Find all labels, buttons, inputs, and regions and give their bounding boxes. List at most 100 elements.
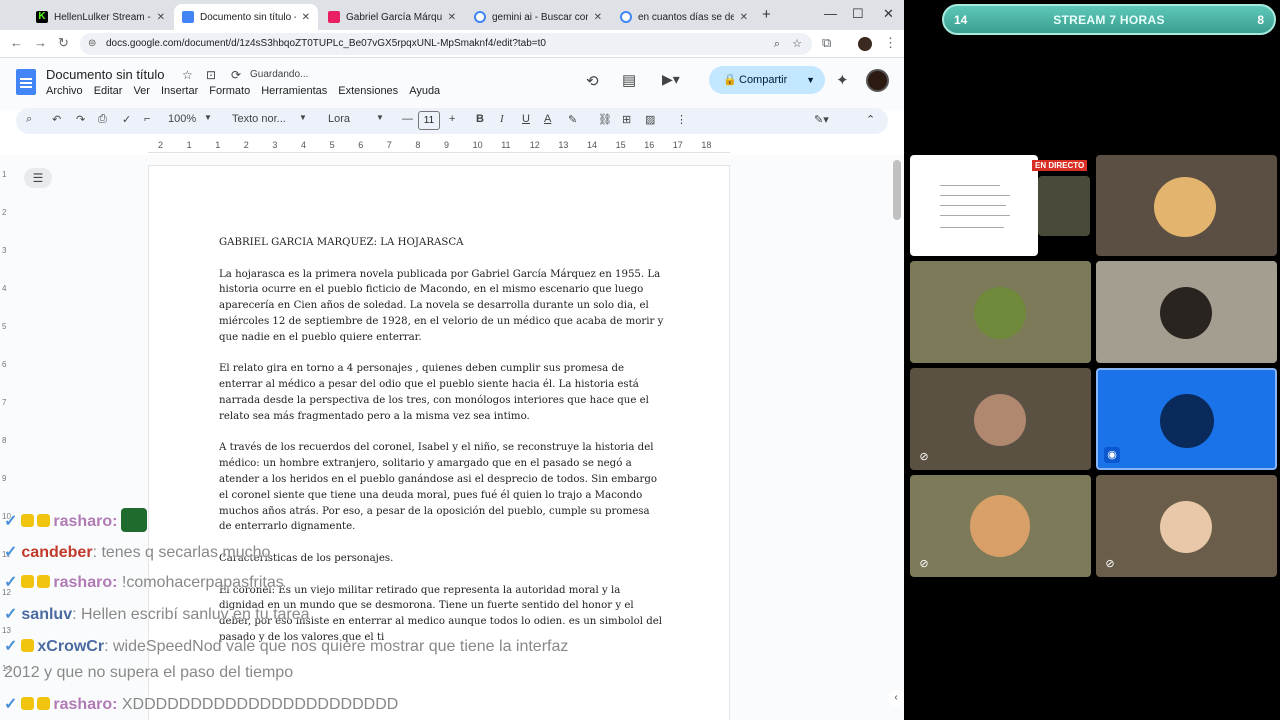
ruler-tick-label: 2	[158, 140, 164, 150]
redo-icon[interactable]: ↷	[76, 113, 85, 126]
participant-tile[interactable]	[1096, 261, 1277, 363]
menu-archivo[interactable]: Archivo	[46, 85, 83, 97]
bookmark-star-icon[interactable]: ☆	[792, 33, 802, 55]
tab-dias[interactable]: en cuantos días se desarroll✕	[612, 4, 756, 30]
close-icon[interactable]: ✕	[740, 12, 748, 23]
ruler-tick-label: 7	[2, 398, 7, 407]
insert-image-icon[interactable]: ▨	[645, 113, 655, 126]
ruler-tick-label: 3	[2, 246, 7, 255]
close-window-button[interactable]: ✕	[883, 6, 894, 22]
ruler-tick-label: 6	[358, 140, 364, 150]
close-icon[interactable]: ✕	[594, 12, 602, 23]
decrease-size-icon[interactable]: —	[402, 113, 413, 125]
ruler-tick-label: 9	[444, 140, 450, 150]
undo-icon[interactable]: ↶	[52, 113, 61, 126]
move-folder-icon[interactable]: ⊡	[206, 68, 216, 82]
menu-icon[interactable]: ⋮	[884, 35, 897, 51]
close-icon[interactable]: ✕	[448, 12, 456, 23]
editing-mode-icon[interactable]: ✎▾	[814, 113, 829, 126]
address-bar-row: ← → ↻ ⊜ docs.google.com/document/d/1z4sS…	[0, 30, 904, 58]
muted-mic-icon: ⊘	[919, 451, 929, 463]
document-title[interactable]: Documento sin título	[46, 67, 165, 82]
meet-icon[interactable]: ▶▾	[662, 71, 680, 88]
gemini-icon[interactable]: ✦	[836, 71, 849, 89]
chevron-down-icon: ▼	[376, 113, 384, 122]
ruler-tick-label: 17	[672, 140, 683, 150]
menu-herramientas[interactable]: Herramientas	[261, 85, 327, 97]
audio-icon: ◉	[1104, 447, 1120, 463]
more-icon[interactable]: ⋮	[676, 113, 687, 126]
tab-gabriel[interactable]: Gabriel García Márquez: La✕	[320, 4, 464, 30]
text-color-icon[interactable]: A	[544, 113, 551, 125]
close-icon[interactable]: ✕	[157, 12, 165, 23]
font-select[interactable]: Lora	[328, 113, 350, 125]
tab-kick[interactable]: KHellenLulker Stream - Watc✕	[28, 4, 173, 30]
google-icon	[620, 11, 632, 23]
spellcheck-icon[interactable]: ✓	[122, 113, 131, 126]
document-page[interactable]: GABRIEL GARCIA MARQUEZ: LA HOJARASCA La …	[148, 165, 730, 720]
muted-mic-icon: ⊘	[1105, 558, 1115, 570]
highlight-icon[interactable]: ✎	[568, 113, 577, 126]
collapse-icon[interactable]: ⌃	[866, 113, 875, 126]
menu-formato[interactable]: Formato	[209, 85, 250, 97]
ruler-tick-label: 2	[243, 140, 249, 150]
chevron-down-icon[interactable]: ▼	[806, 66, 815, 94]
minimize-button[interactable]: —	[824, 6, 837, 21]
add-comment-icon[interactable]: ⊞	[622, 113, 631, 126]
forward-icon[interactable]: →	[34, 35, 47, 50]
avatar[interactable]	[866, 69, 889, 92]
document-body[interactable]: GABRIEL GARCIA MARQUEZ: LA HOJARASCA La …	[219, 235, 664, 662]
link-icon[interactable]: ⛓	[598, 113, 612, 126]
expand-side-panel-icon[interactable]: ‹	[888, 690, 904, 706]
docs-logo-icon[interactable]	[16, 69, 36, 95]
increase-size-icon[interactable]: +	[449, 113, 455, 125]
menu-editar[interactable]: Editar	[94, 85, 123, 97]
kick-icon: K	[36, 11, 48, 23]
extensions-icon[interactable]: ⧉	[822, 35, 831, 51]
close-icon[interactable]: ✕	[302, 12, 310, 23]
sync-icon: ⟳	[231, 68, 242, 82]
thumb-text	[940, 227, 1004, 228]
site-info-icon[interactable]: ⊜	[88, 33, 96, 55]
participant-tile[interactable]: ⊘	[910, 368, 1091, 470]
menu-insertar[interactable]: Insertar	[161, 85, 198, 97]
paint-format-icon[interactable]: ⌐	[144, 113, 150, 125]
italic-icon[interactable]: I	[500, 113, 504, 125]
new-tab-button[interactable]: +	[762, 6, 771, 23]
print-icon[interactable]: ⎙	[98, 113, 107, 126]
menu-ayuda[interactable]: Ayuda	[409, 85, 440, 97]
reload-icon[interactable]: ↻	[58, 35, 69, 51]
participant-tile[interactable]: ⊘	[910, 475, 1091, 577]
profile-avatar[interactable]	[858, 37, 872, 51]
url-input[interactable]: ⊜ docs.google.com/document/d/1z4sS3hbqoZ…	[80, 33, 812, 55]
outline-icon[interactable]: ☰	[24, 168, 52, 188]
tab-docs[interactable]: Documento sin título - Doc✕	[174, 4, 318, 30]
menu-ver[interactable]: Ver	[133, 85, 150, 97]
bold-icon[interactable]: B	[476, 113, 484, 125]
ruler-tick-label: 5	[2, 322, 7, 331]
scrollbar[interactable]	[893, 160, 901, 220]
zoom-icon[interactable]: ⌕	[774, 33, 780, 55]
font-size-input[interactable]: 11	[418, 111, 440, 130]
participant-tile[interactable]: ⊘	[1096, 475, 1277, 577]
share-button[interactable]: 🔒 Compartir ▼	[709, 66, 825, 94]
screen-share-thumbnails	[1038, 176, 1090, 236]
zoom-select[interactable]: 100%	[168, 113, 196, 125]
menu-extensiones[interactable]: Extensiones	[338, 85, 398, 97]
style-select[interactable]: Texto nor...	[232, 113, 286, 125]
comments-icon[interactable]: ▤	[622, 71, 636, 89]
tab-gemini[interactable]: gemini ai - Buscar con Goo✕	[466, 4, 610, 30]
participant-tile[interactable]	[910, 261, 1091, 363]
horizontal-ruler[interactable]: 2 1 1 2 3 4 5 6 7 8 9 10 11 12 13 14 15 16 17 18	[148, 139, 730, 153]
ruler-tick-label: 14	[2, 664, 11, 673]
history-icon[interactable]: ⟲	[586, 72, 599, 90]
underline-icon[interactable]: U	[522, 113, 530, 125]
participant-tile-speaking[interactable]: ◉	[1096, 368, 1277, 470]
back-icon[interactable]: ←	[10, 35, 23, 50]
maximize-button[interactable]: ☐	[852, 6, 864, 22]
screen-share-tile[interactable]	[910, 155, 1038, 256]
search-icon[interactable]: ⌕	[26, 113, 32, 126]
bookmark-icon	[328, 11, 340, 23]
star-icon[interactable]: ☆	[182, 68, 193, 82]
participant-tile[interactable]	[1096, 155, 1277, 256]
